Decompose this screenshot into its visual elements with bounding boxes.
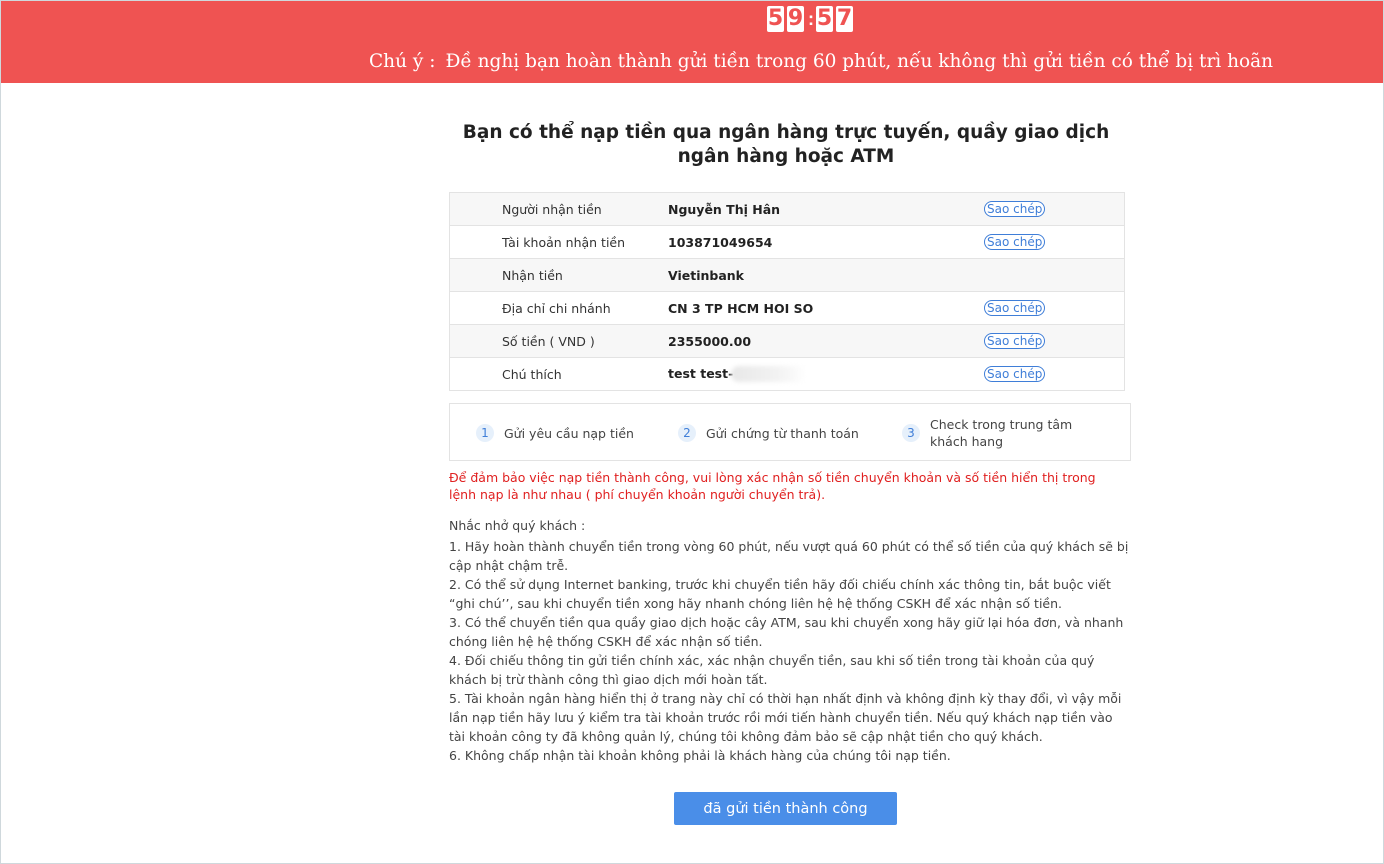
row-value: 2355000.00 (668, 333, 752, 349)
copy-note-button[interactable]: Sao chép (984, 366, 1046, 382)
step-item: 3 Check trong trung tâm khách hang (902, 404, 1112, 462)
timer-digit: 5 (816, 6, 833, 32)
countdown-timer: 5 9 : 5 7 (767, 6, 856, 32)
reminders-title: Nhắc nhở quý khách : (449, 518, 586, 533)
row-label: Nhận tiền (502, 267, 563, 283)
row-value: test test- (666, 366, 950, 383)
table-row: Nhận tiền Vietinbank (450, 258, 1124, 291)
page-title: Bạn có thể nạp tiền qua ngân hàng trực t… (462, 122, 1110, 167)
copy-branch-button[interactable]: Sao chép (984, 300, 1046, 316)
reminder-item: 2. Có thể sử dụng Internet banking, trướ… (449, 577, 1111, 611)
copy-recipient-button[interactable]: Sao chép (984, 201, 1046, 217)
confirm-deposit-button[interactable]: đã gửi tiền thành công (674, 792, 897, 825)
redacted-blur (731, 366, 808, 383)
step-label: Gửi yêu cầu nạp tiền (504, 425, 634, 441)
step-label: Check trong trung tâm khách hang (930, 417, 1073, 449)
deposit-page: 5 9 : 5 7 Chú ý : Đề nghị bạn hoàn thành … (0, 0, 1384, 864)
row-label: Chú thích (502, 366, 562, 382)
notice-prefix: Chú ý : (369, 51, 436, 72)
table-row: Người nhận tiền Nguyễn Thị Hân Sao chép (450, 193, 1124, 225)
row-value: Nguyễn Thị Hân (668, 201, 781, 217)
row-label: Số tiền ( VND ) (502, 333, 595, 349)
note-text: test test- (668, 365, 734, 381)
deposit-steps: 1 Gửi yêu cầu nạp tiền 2 Gửi chứng từ th… (449, 403, 1131, 461)
step-number: 2 (678, 424, 696, 442)
timer-digit: 9 (787, 6, 804, 32)
step-number: 3 (902, 424, 920, 442)
timer-separator: : (808, 9, 814, 29)
table-row: Chú thích test test- Sao chép (450, 357, 1124, 390)
table-row: Địa chỉ chi nhánh CN 3 TP HCM HOI SO Sao… (450, 291, 1124, 324)
row-label: Tài khoản nhận tiền (502, 234, 626, 250)
step-number: 1 (476, 424, 494, 442)
timer-digit: 7 (836, 6, 853, 32)
step-item: 2 Gửi chứng từ thanh toán (678, 404, 859, 462)
deadline-notice: Chú ý : Đề nghị bạn hoàn thành gửi tiền t… (369, 51, 1273, 72)
table-row: Số tiền ( VND ) 2355000.00 Sao chép (450, 324, 1124, 357)
reminders: Nhắc nhở quý khách : 1. Hãy hoàn thành c… (449, 516, 1129, 765)
row-label: Người nhận tiền (502, 201, 602, 217)
timer-digit: 5 (767, 6, 784, 32)
row-value: CN 3 TP HCM HOI SO (668, 300, 814, 316)
table-row: Tài khoản nhận tiền 103871049654 Sao ché… (450, 225, 1124, 258)
countdown-banner: 5 9 : 5 7 Chú ý : Đề nghị bạn hoàn thành … (1, 1, 1383, 83)
bank-info-table: Người nhận tiền Nguyễn Thị Hân Sao chép … (449, 192, 1125, 391)
amount-warning: Để đảm bảo việc nạp tiền thành công, vui… (449, 470, 1096, 502)
copy-account-button[interactable]: Sao chép (984, 234, 1046, 250)
reminder-item: 1. Hãy hoàn thành chuyển tiền trong vòng… (449, 539, 1129, 573)
reminder-item: 6. Không chấp nhận tài khoản không phải … (449, 748, 951, 763)
row-value: Vietinbank (668, 267, 744, 283)
reminder-item: 5. Tài khoản ngân hàng hiển thị ở trang … (449, 691, 1122, 744)
reminder-item: 3. Có thể chuyển tiền qua quầy giao dịch… (449, 615, 1124, 649)
row-label: Địa chỉ chi nhánh (502, 300, 611, 316)
copy-amount-button[interactable]: Sao chép (984, 333, 1046, 349)
row-value: 103871049654 (668, 234, 773, 250)
reminder-item: 4. Đối chiếu thông tin gửi tiền chính xá… (449, 653, 1095, 687)
step-item: 1 Gửi yêu cầu nạp tiền (476, 404, 634, 462)
notice-text: Đề nghị bạn hoàn thành gửi tiền trong 60… (445, 51, 1274, 72)
step-label: Gửi chứng từ thanh toán (706, 425, 859, 441)
